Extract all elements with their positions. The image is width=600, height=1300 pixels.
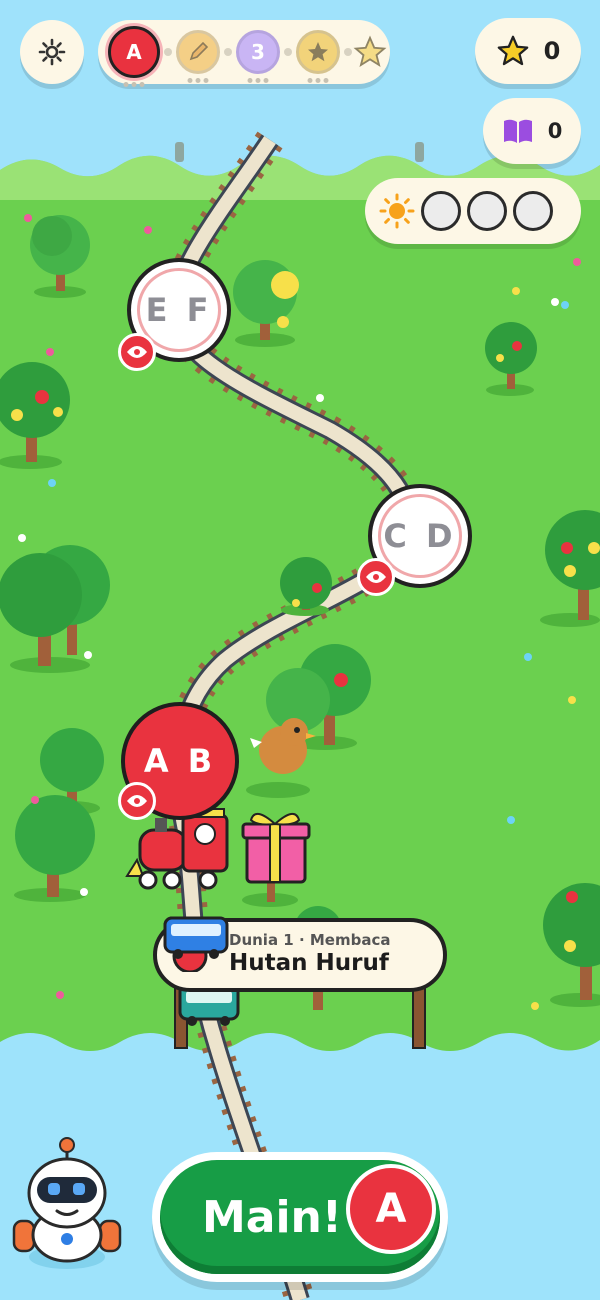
preview-button-ab[interactable] (118, 782, 156, 820)
progress-step-writing[interactable] (176, 30, 220, 83)
gear-icon (38, 38, 66, 66)
sun-slot-empty (467, 191, 507, 231)
preview-button-ef[interactable] (118, 333, 156, 371)
bus-icon (163, 916, 229, 972)
progress-step-label: 3 (251, 40, 265, 64)
pencil-icon (189, 41, 209, 61)
eye-icon (127, 795, 147, 807)
eye-icon (127, 346, 147, 358)
sun-slot-empty (513, 191, 553, 231)
play-button[interactable]: Main! A (152, 1152, 448, 1282)
eye-icon (366, 571, 386, 583)
robot-mascot[interactable] (10, 1135, 126, 1275)
sun-slot-empty (421, 191, 461, 231)
star-outline-icon (353, 35, 387, 68)
play-label: Main! (202, 1191, 342, 1243)
world-title: Hutan Huruf (229, 950, 389, 976)
play-letter-badge: A (346, 1164, 436, 1254)
progress-step-quiz[interactable] (296, 30, 340, 83)
level-label: A B (143, 742, 217, 780)
star-count: 0 (543, 37, 561, 65)
star-icon (497, 35, 528, 66)
play-letter: A (375, 1186, 407, 1232)
progress-step-count[interactable]: 3 (236, 30, 280, 83)
progress-step-letters[interactable]: A (108, 26, 160, 87)
sun-icon (379, 193, 415, 229)
book-count: 0 (547, 119, 563, 143)
level-label: C D (383, 517, 457, 555)
settings-button[interactable] (20, 20, 84, 84)
gift (241, 813, 311, 884)
sun-progress (365, 178, 581, 244)
progress-step-label: A (126, 40, 142, 64)
star-counter[interactable]: 0 (475, 18, 581, 84)
level-label: E F (145, 291, 213, 329)
star-badge-icon (308, 42, 328, 62)
progress-step-final[interactable] (352, 34, 388, 70)
book-counter[interactable]: 0 (483, 98, 581, 164)
lesson-progress: A 3 (98, 20, 390, 87)
book-icon (503, 119, 532, 143)
world-subtitle: Dunia 1 · Membaca (229, 931, 391, 949)
preview-button-cd[interactable] (357, 558, 395, 596)
